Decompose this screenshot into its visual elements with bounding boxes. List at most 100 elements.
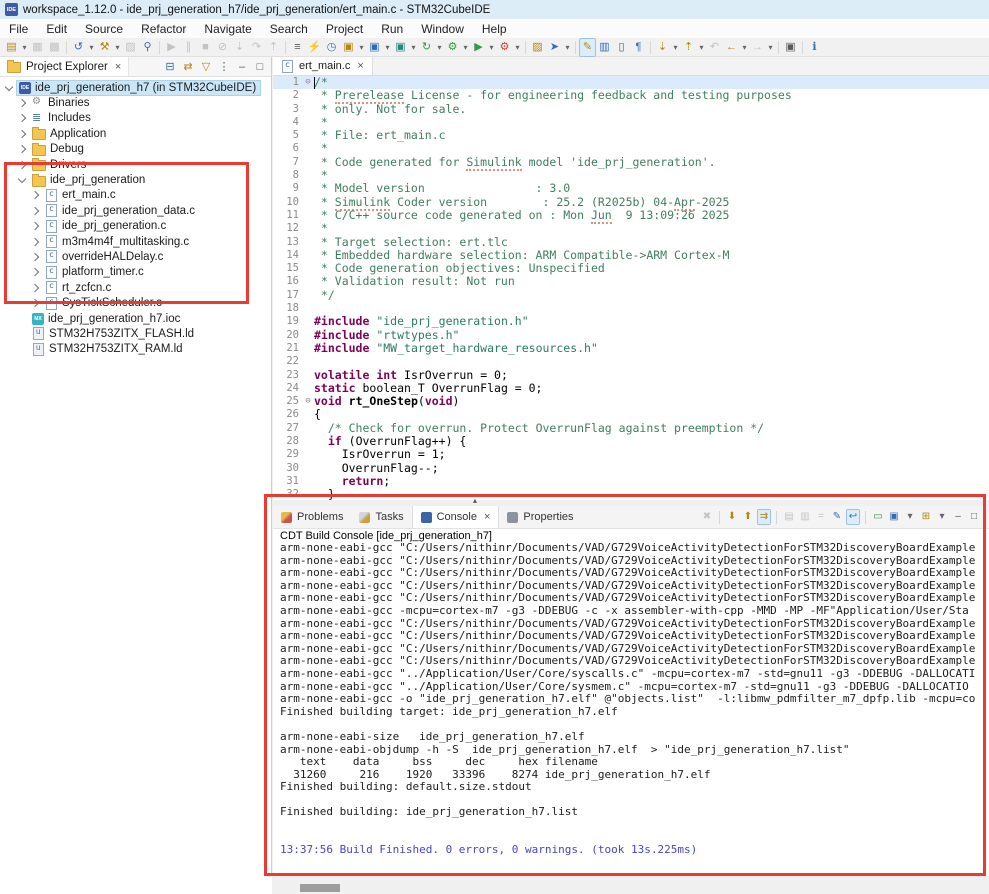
menu-window[interactable]: Window	[412, 19, 473, 38]
new-stm32-project-dropdown-icon[interactable]: ▾	[383, 39, 392, 56]
tree-item-overridehaldelay-c[interactable]: overrideHALDelay.c	[0, 249, 271, 264]
next-annotation-dropdown-icon[interactable]: ▾	[671, 39, 680, 56]
chevron-collapsed-icon[interactable]	[31, 253, 39, 261]
launch-history-dropdown-icon[interactable]: ▾	[87, 39, 96, 56]
block-selection-icon[interactable]: ▯	[613, 39, 630, 56]
tab-problems[interactable]: Problems	[273, 506, 351, 528]
display-console-icon[interactable]: ▣	[887, 510, 901, 524]
chevron-collapsed-icon[interactable]	[31, 284, 39, 292]
tab-properties[interactable]: Properties	[499, 506, 581, 528]
tree-item-stm32h753zitx-ram-ld[interactable]: STM32H753ZITX_RAM.ld	[0, 342, 271, 357]
step-return-icon[interactable]: ⇡	[265, 39, 282, 56]
chevron-collapsed-icon[interactable]	[31, 207, 39, 215]
close-icon[interactable]: ×	[357, 60, 363, 72]
scrollbar-thumb[interactable]	[300, 884, 340, 892]
new-wizard-icon[interactable]: ▤	[3, 39, 20, 56]
menu-run[interactable]: Run	[372, 19, 412, 38]
show-stdout-icon[interactable]: ▤	[782, 510, 796, 524]
word-wrap-icon[interactable]: ↩	[846, 509, 860, 525]
menu-search[interactable]: Search	[261, 19, 317, 38]
tree-item-debug[interactable]: Debug	[0, 142, 271, 157]
chevron-collapsed-icon[interactable]	[18, 114, 26, 122]
chevron-collapsed-icon[interactable]	[31, 222, 39, 230]
close-icon[interactable]: ×	[115, 61, 121, 73]
tree-item-ert-main-c[interactable]: ert_main.c	[0, 188, 271, 203]
device-configuration-dropdown-icon[interactable]: ▾	[461, 39, 470, 56]
menu-project[interactable]: Project	[317, 19, 372, 38]
show-source-icon[interactable]: ▥	[596, 39, 613, 56]
show-stderr-icon[interactable]: ▥	[798, 510, 812, 524]
chevron-collapsed-icon[interactable]	[31, 191, 39, 199]
back-dropdown-icon[interactable]: ▾	[740, 39, 749, 56]
tree-item-ide-prj-generation-h7-in-stm32cubeide[interactable]: ide_prj_generation_h7 (in STM32CubeIDE)	[0, 80, 271, 95]
chevron-collapsed-icon[interactable]	[18, 160, 26, 168]
build-dropdown-icon[interactable]: ▾	[113, 39, 122, 56]
next-annotation-icon[interactable]: ⇣	[654, 39, 671, 56]
tree-item-rt-zcfcn-c[interactable]: rt_zcfcn.c	[0, 280, 271, 295]
terminate-console-icon[interactable]: ✖	[700, 510, 714, 524]
tree-item-application[interactable]: Application	[0, 126, 271, 141]
prev-annotation-icon[interactable]: ⇡	[680, 39, 697, 56]
device-configuration-icon[interactable]: ⚙	[444, 39, 461, 56]
collapse-all-icon[interactable]: ⊟	[164, 61, 176, 73]
close-icon[interactable]: ×	[484, 511, 490, 523]
activate-on-output-icon[interactable]: ✎	[830, 510, 844, 524]
new-c-project-icon[interactable]: ▣	[340, 39, 357, 56]
minimize-console-icon[interactable]: –	[951, 510, 965, 524]
chevron-collapsed-icon[interactable]	[18, 99, 26, 107]
open-console-icon[interactable]: ⊞	[919, 510, 933, 524]
back-icon[interactable]: ←	[723, 39, 740, 56]
generate-code-dropdown-icon[interactable]: ▾	[409, 39, 418, 56]
resume-icon[interactable]: ▶	[163, 39, 180, 56]
menu-source[interactable]: Source	[76, 19, 132, 38]
disconnect-icon[interactable]: ⊘	[214, 39, 231, 56]
tree-item-stm32h753zitx-flash-ld[interactable]: STM32H753ZITX_FLASH.ld	[0, 326, 271, 341]
open-console-dropdown-icon[interactable]: ▾	[935, 510, 949, 524]
tree-item-ide-prj-generation-h7-ioc[interactable]: ide_prj_generation_h7.ioc	[0, 311, 271, 326]
tree-item-drivers[interactable]: Drivers	[0, 157, 271, 172]
code-editor[interactable]: 1⊖/*2 * Prerelease License - for enginee…	[273, 76, 989, 501]
suspend-icon[interactable]: ∥	[180, 39, 197, 56]
open-folder-icon[interactable]: ▨	[529, 39, 546, 56]
forward-icon[interactable]: →	[749, 39, 766, 56]
filter-icon[interactable]: ▽	[200, 61, 212, 73]
chevron-collapsed-icon[interactable]	[31, 268, 39, 276]
launch-icon[interactable]: ➤	[546, 39, 563, 56]
launch-history-icon[interactable]: ↺	[70, 39, 87, 56]
refresh-dropdown-icon[interactable]: ▾	[435, 39, 444, 56]
new-stm32-project-icon[interactable]: ▣	[366, 39, 383, 56]
tree-item-ide-prj-generation-data-c[interactable]: ide_prj_generation_data.c	[0, 203, 271, 218]
step-into-icon[interactable]: ⇣	[231, 39, 248, 56]
build-all-icon[interactable]: ▨	[122, 39, 139, 56]
tree-item-systickscheduler-c[interactable]: SysTickScheduler.c	[0, 295, 271, 310]
show-whitespace-icon[interactable]: ¶	[630, 39, 647, 56]
chevron-collapsed-icon[interactable]	[31, 237, 39, 245]
tab-tasks[interactable]: Tasks	[351, 506, 411, 528]
menu-edit[interactable]: Edit	[37, 19, 76, 38]
launch-dropdown-icon[interactable]: ▾	[563, 39, 572, 56]
generate-code-icon[interactable]: ▣	[392, 39, 409, 56]
tree-item-ide-prj-generation-c[interactable]: ide_prj_generation.c	[0, 219, 271, 234]
tree-item-includes[interactable]: Includes	[0, 111, 271, 126]
pin-editor-icon[interactable]: ▣	[782, 39, 799, 56]
tab-ert-main-c[interactable]: ert_main.c ×	[273, 57, 373, 75]
chevron-collapsed-icon[interactable]	[18, 130, 26, 138]
refresh-icon[interactable]: ↻	[418, 39, 435, 56]
menu-file[interactable]: File	[0, 19, 37, 38]
follow-output-icon[interactable]: ⇉	[757, 509, 771, 525]
prev-annotation-dropdown-icon[interactable]: ▾	[697, 39, 706, 56]
run-icon[interactable]: ▶	[470, 39, 487, 56]
clear-console-icon[interactable]: ▭	[871, 510, 885, 524]
build-icon[interactable]: ⚒	[96, 39, 113, 56]
forward-dropdown-icon[interactable]: ▾	[766, 39, 775, 56]
chevron-collapsed-icon[interactable]	[18, 145, 26, 153]
program-chip-icon[interactable]: ⚡	[306, 39, 323, 56]
menu-navigate[interactable]: Navigate	[195, 19, 260, 38]
previous-error-icon[interactable]: ⬆	[741, 510, 755, 524]
save-all-icon[interactable]: ▩	[46, 39, 63, 56]
sash-restore-icon[interactable]: ▴	[473, 496, 477, 505]
tree-item-ide-prj-generation[interactable]: ide_prj_generation	[0, 172, 271, 187]
tree-item-m3m4m4f-multitasking-c[interactable]: m3m4m4f_multitasking.c	[0, 234, 271, 249]
new-c-project-dropdown-icon[interactable]: ▾	[357, 39, 366, 56]
next-error-icon[interactable]: ⬇	[725, 510, 739, 524]
